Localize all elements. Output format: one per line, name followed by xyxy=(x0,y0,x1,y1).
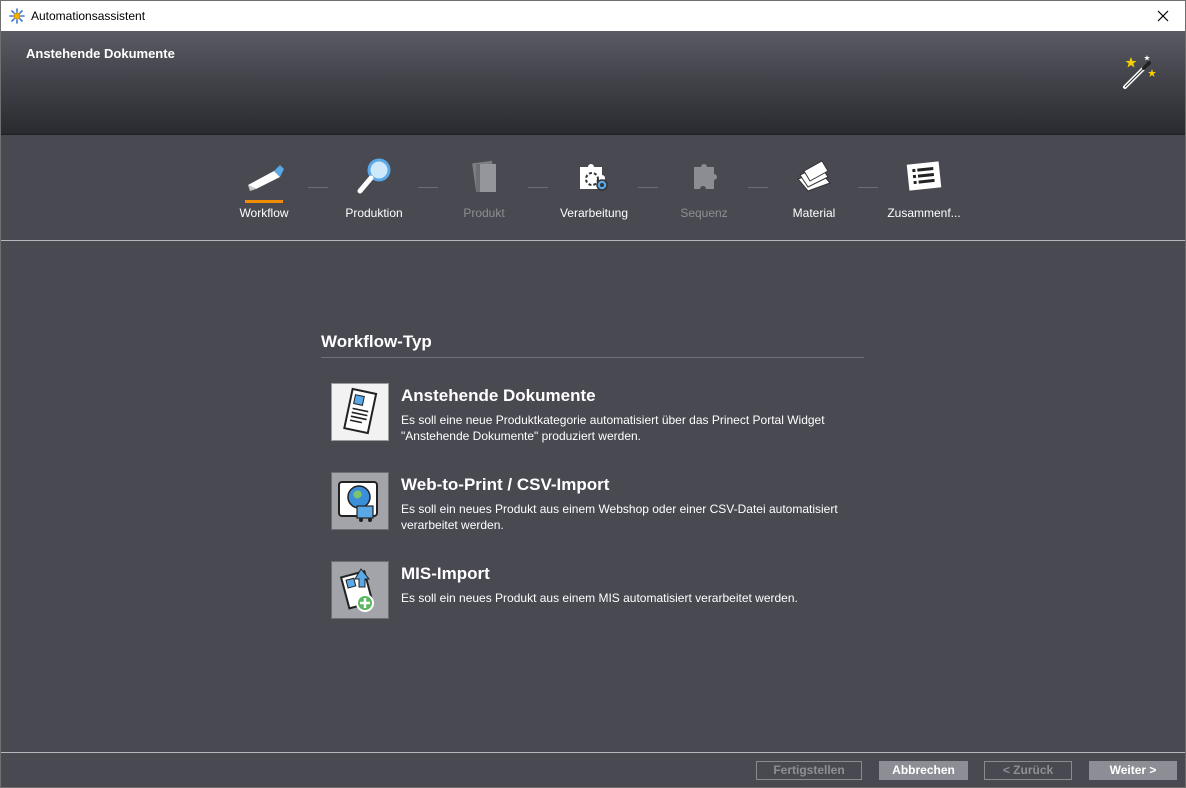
step-produktion[interactable]: Produktion xyxy=(319,135,429,240)
active-step-indicator xyxy=(245,200,283,203)
wizard-window: Automationsassistent Anstehende Dokument… xyxy=(0,0,1186,788)
option-title: MIS-Import xyxy=(401,564,490,583)
section-title: Workflow-Typ xyxy=(321,332,432,351)
automation-gear-icon xyxy=(9,8,25,24)
summary-list-icon xyxy=(906,161,942,191)
option-description: Es soll ein neues Produkt aus einem Webs… xyxy=(401,502,838,532)
magic-wand-icon xyxy=(1123,55,1156,89)
wizard-steps: Workflow Produktion Produkt Verarbeitung… xyxy=(1,135,1185,241)
puzzle-piece-icon xyxy=(694,164,717,189)
close-icon[interactable] xyxy=(1141,1,1185,31)
option-description: Es soll eine neue Produktkategorie autom… xyxy=(401,413,825,443)
step-label: Sequenz xyxy=(680,206,728,220)
finish-button[interactable]: Fertigstellen xyxy=(756,761,862,780)
next-button[interactable]: Weiter > xyxy=(1089,761,1177,780)
product-stack-icon xyxy=(472,160,496,192)
back-button[interactable]: < Zurück xyxy=(984,761,1072,780)
option-title: Anstehende Dokumente xyxy=(401,386,596,405)
title-bar: Automationsassistent xyxy=(1,1,1185,31)
step-label: Verarbeitung xyxy=(559,206,629,220)
section-divider xyxy=(321,357,864,358)
mis-import-icon xyxy=(331,561,389,619)
step-produkt: Produkt xyxy=(429,135,539,240)
puzzle-gears-icon xyxy=(580,164,608,191)
main-content: Workflow-Typ Anstehende Dokumente Es sol… xyxy=(1,241,1185,752)
step-material[interactable]: Material xyxy=(759,135,869,240)
paper-stack-icon xyxy=(797,160,831,192)
option-description: Es soll ein neues Produkt aus einem MIS … xyxy=(401,591,798,605)
step-workflow[interactable]: Workflow xyxy=(209,135,319,240)
option-anstehende-dokumente[interactable]: Anstehende Dokumente Es soll eine neue P… xyxy=(331,383,871,447)
step-label: Produktion xyxy=(345,206,403,220)
step-zusammenfassung[interactable]: Zusammenf... xyxy=(869,135,979,240)
magnifier-icon xyxy=(357,158,391,194)
option-title: Web-to-Print / CSV-Import xyxy=(401,475,610,494)
step-sequenz: Sequenz xyxy=(649,135,759,240)
workflow-pen-icon xyxy=(248,165,284,191)
web-shop-icon xyxy=(331,472,389,530)
option-web-to-print[interactable]: Web-to-Print / CSV-Import Es soll ein ne… xyxy=(331,472,871,536)
step-label: Produkt xyxy=(463,206,505,220)
window-title: Automationsassistent xyxy=(31,9,146,23)
option-mis-import[interactable]: MIS-Import Es soll ein neues Produkt aus… xyxy=(331,561,871,625)
step-label: Workflow xyxy=(239,206,289,220)
wizard-header: Anstehende Dokumente xyxy=(1,31,1185,135)
page-title: Anstehende Dokumente xyxy=(26,46,175,61)
step-label: Material xyxy=(792,206,836,220)
step-label: Zusammenf... xyxy=(887,206,961,220)
pending-documents-icon xyxy=(331,383,389,441)
wizard-footer: Fertigstellen Abbrechen < Zurück Weiter … xyxy=(1,752,1185,787)
cancel-button[interactable]: Abbrechen xyxy=(879,761,968,780)
step-verarbeitung[interactable]: Verarbeitung xyxy=(539,135,649,240)
